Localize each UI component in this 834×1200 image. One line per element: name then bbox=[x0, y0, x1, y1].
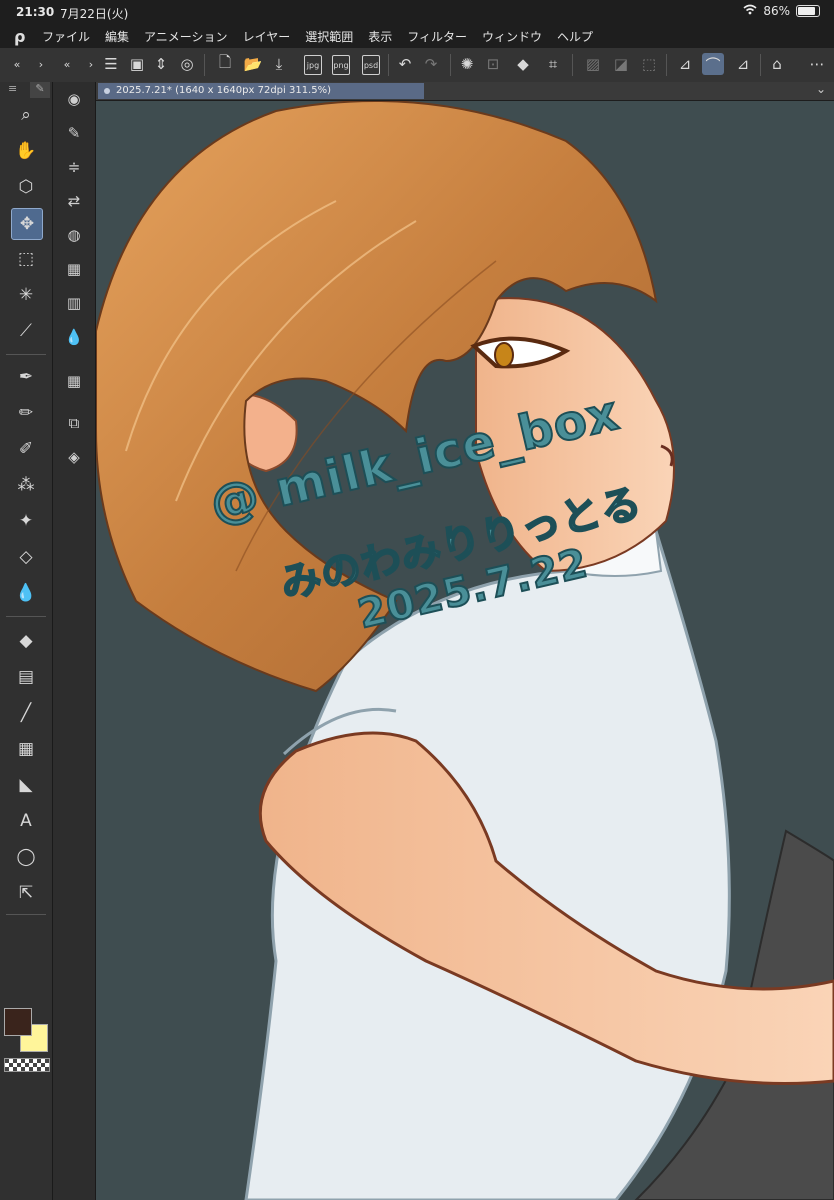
text-tool-icon[interactable]: A bbox=[11, 806, 41, 836]
move-tool-icon[interactable]: ✥ bbox=[11, 208, 43, 240]
ruler-snap-icon[interactable]: ⊿ bbox=[674, 53, 696, 75]
layer-panel-icon[interactable]: ◈ bbox=[59, 444, 89, 470]
menu-selection[interactable]: 選択範囲 bbox=[305, 28, 353, 45]
menu-help[interactable]: ヘルプ bbox=[557, 28, 593, 45]
canvas-tab-bar: 2025.7.21* (1640 x 1640px 72dpi 311.5%) … bbox=[96, 82, 834, 101]
panel-menu-icon[interactable]: ≡ bbox=[8, 82, 17, 95]
navigator-icon[interactable]: ◉ bbox=[59, 86, 89, 112]
clear-selection-icon[interactable]: ▨ bbox=[582, 53, 604, 75]
loading-spinner-icon[interactable]: ✺ bbox=[456, 53, 478, 75]
open-folder-icon[interactable]: 📂 bbox=[242, 53, 264, 75]
transparent-color-swatch[interactable] bbox=[4, 1058, 50, 1072]
fill-bucket-icon[interactable]: ◆ bbox=[512, 53, 534, 75]
status-date: 7月22日(火) bbox=[60, 7, 129, 21]
hamburger-menu-icon[interactable]: ☰ bbox=[100, 53, 122, 75]
companion-icon[interactable]: ◎ bbox=[176, 53, 198, 75]
airbrush-tool-icon[interactable]: ⁂ bbox=[11, 470, 41, 500]
panel-collapse-icon[interactable]: « bbox=[56, 53, 78, 75]
command-bar: « › « › ☰ ▣ ⇕ ◎ 🗋 📂 ⤓ jpg png psd ↶ ↷ ✺ … bbox=[0, 48, 834, 83]
correct-line-tool-icon[interactable]: ⇱ bbox=[11, 878, 41, 908]
export-jpg-icon[interactable]: jpg bbox=[304, 55, 322, 75]
artwork-illustration bbox=[96, 101, 834, 1200]
menu-animation[interactable]: アニメーション bbox=[144, 28, 228, 45]
chevron-down-icon[interactable]: ⌄ bbox=[816, 82, 826, 96]
menu-filter[interactable]: フィルター bbox=[407, 28, 467, 45]
battery-icon bbox=[796, 5, 820, 17]
transform-icon[interactable]: ⊡ bbox=[482, 53, 504, 75]
sort-updown-icon[interactable]: ⇕ bbox=[150, 53, 172, 75]
menu-bar: ρ ファイル 編集 アニメーション レイヤー 選択範囲 表示 フィルター ウィン… bbox=[0, 24, 834, 48]
tool-property-icon[interactable]: ≑ bbox=[59, 154, 89, 180]
battery-percent: 86% bbox=[763, 4, 790, 18]
export-psd-icon[interactable]: psd bbox=[362, 55, 380, 75]
eyedropper-icon[interactable]: ⟋ bbox=[11, 316, 41, 346]
status-right: 86% bbox=[743, 4, 820, 18]
pencil-tool-icon[interactable]: ✏ bbox=[11, 398, 41, 428]
ios-status-bar: 21:30 7月22日(火) 86% bbox=[0, 0, 834, 24]
timeline-icon[interactable]: ▦ bbox=[59, 368, 89, 394]
undo-icon[interactable]: ↶ bbox=[394, 53, 416, 75]
unsaved-dot-icon bbox=[104, 88, 110, 94]
hand-tool-icon[interactable]: ✋ bbox=[11, 136, 41, 166]
export-png-icon[interactable]: png bbox=[332, 55, 350, 75]
decoration-tool-icon[interactable]: ✦ bbox=[11, 506, 41, 536]
redo-icon[interactable]: ↷ bbox=[420, 53, 442, 75]
select-all-icon[interactable]: ⬚ bbox=[638, 53, 660, 75]
approximate-color-icon[interactable]: 💧 bbox=[59, 324, 89, 350]
snap-special-ruler-icon[interactable]: ⌒ bbox=[702, 53, 724, 75]
main-color-swatch[interactable] bbox=[4, 1008, 32, 1036]
intermediate-color-icon[interactable]: ▥ bbox=[59, 290, 89, 316]
figure-tool-icon[interactable]: ╱ bbox=[11, 698, 41, 728]
status-time: 21:30 bbox=[16, 5, 55, 19]
menu-file[interactable]: ファイル bbox=[42, 28, 90, 45]
sub-tool-icon[interactable]: ✎ bbox=[59, 120, 89, 146]
magic-wand-icon[interactable]: ✳ bbox=[11, 280, 41, 310]
color-wheel-icon[interactable]: ◍ bbox=[59, 222, 89, 248]
menu-edit[interactable]: 編集 bbox=[105, 28, 129, 45]
brush-settings-icon[interactable]: ▣ bbox=[126, 53, 148, 75]
settings-more-icon[interactable]: ⋯ bbox=[806, 53, 828, 75]
eraser-tool-icon[interactable]: ◇ bbox=[11, 542, 41, 572]
menu-view[interactable]: 表示 bbox=[368, 28, 392, 45]
ruler-tool-icon[interactable]: ◣ bbox=[11, 770, 41, 800]
drawing-canvas[interactable]: @ milk_ice_box みのわみりりっとる 2025.7.22 bbox=[96, 101, 834, 1200]
selection-tool-icon[interactable]: ⬚ bbox=[11, 244, 41, 274]
sub-tool-panel: ◉ ✎ ≑ ⇄ ◍ ▦ ▥ 💧 ▦ ⧉ ◈ bbox=[53, 82, 96, 1200]
menu-window[interactable]: ウィンドウ bbox=[482, 28, 542, 45]
object-tool-icon[interactable]: ⬡ bbox=[11, 172, 41, 202]
app-logo-icon[interactable]: ρ bbox=[14, 27, 42, 46]
invert-selection-icon[interactable]: ◪ bbox=[610, 53, 632, 75]
tool-panel: ≡ ✎ ⌕ ✋ ⬡ ✥ ⬚ ✳ ⟋ ✒ ✏ ✐ ⁂ ✦ ◇ 💧 ◆ ▤ ╱ ▦ … bbox=[0, 82, 53, 1200]
material-icon[interactable]: ⌂ bbox=[766, 53, 788, 75]
panel-collapse-left-icon[interactable]: « bbox=[6, 53, 28, 75]
balloon-tool-icon[interactable]: ◯ bbox=[11, 842, 41, 872]
wifi-icon bbox=[743, 4, 757, 18]
frame-tool-icon[interactable]: ▦ bbox=[11, 734, 41, 764]
canvas-tab[interactable]: 2025.7.21* (1640 x 1640px 72dpi 311.5%) bbox=[98, 83, 424, 99]
fill-tool-icon[interactable]: ◆ bbox=[11, 626, 41, 656]
panel-expand-icon[interactable]: › bbox=[30, 53, 52, 75]
pen-tool-icon[interactable]: ✒ bbox=[11, 362, 41, 392]
brush-tool-icon[interactable]: ✐ bbox=[11, 434, 41, 464]
canvas-tab-title: 2025.7.21* (1640 x 1640px 72dpi 311.5%) bbox=[116, 85, 331, 96]
layer-property-icon[interactable]: ⧉ bbox=[59, 410, 89, 436]
menu-layer[interactable]: レイヤー bbox=[243, 28, 291, 45]
brush-size-icon[interactable]: ⇄ bbox=[59, 188, 89, 214]
zoom-tool-icon[interactable]: ⌕ bbox=[11, 100, 41, 130]
panel-next-icon[interactable]: › bbox=[80, 53, 102, 75]
color-set-icon[interactable]: ▦ bbox=[59, 256, 89, 282]
snap-grid-icon[interactable]: ⊿ bbox=[732, 53, 754, 75]
blend-tool-icon[interactable]: 💧 bbox=[11, 578, 41, 608]
pen-tab-icon[interactable]: ✎ bbox=[30, 82, 50, 98]
save-icon[interactable]: ⤓ bbox=[268, 53, 290, 75]
new-file-icon[interactable]: 🗋 bbox=[214, 53, 236, 75]
crop-icon[interactable]: ⌗ bbox=[542, 53, 564, 75]
gradient-tool-icon[interactable]: ▤ bbox=[11, 662, 41, 692]
